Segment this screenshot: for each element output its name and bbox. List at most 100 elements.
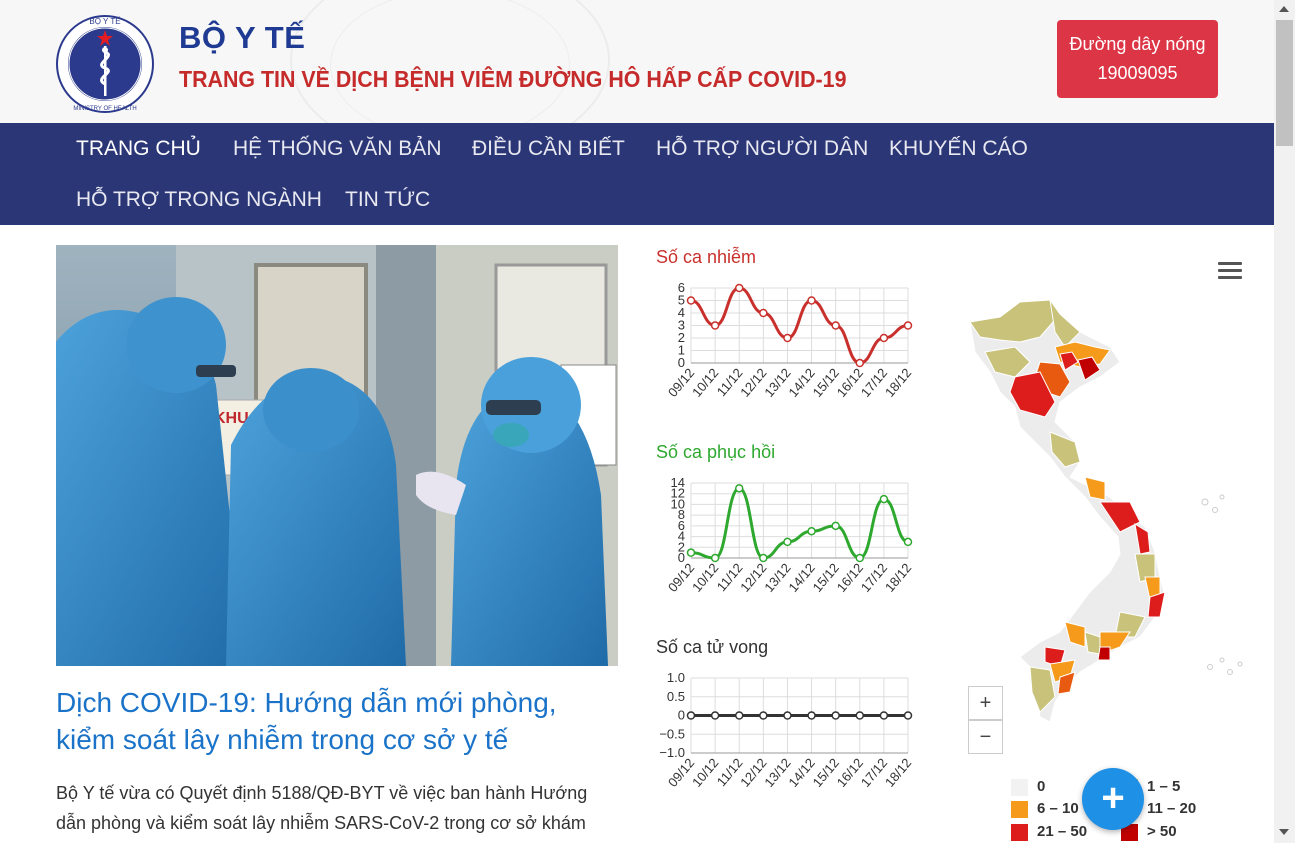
legend-label: 6 – 10 [1037,800,1079,817]
page-scrollbar[interactable] [1274,0,1295,843]
y-tick-label: 0 [678,708,685,723]
chart-title-deaths: Số ca tử vong [656,637,769,657]
x-tick-label: 15/12 [810,560,842,595]
site-title[interactable]: BỘ Y TẾ [179,20,305,56]
logo-text-top: BỘ Y TẾ [89,16,120,26]
x-tick-label: 10/12 [689,755,721,790]
legend-swatch [1011,800,1028,818]
x-tick-label: 12/12 [737,755,769,790]
page: BỘ Y TẾ MINISTRY OF HEALTH BỘ Y TẾ TRANG… [0,0,1295,843]
nav-item-dieu-can-biet[interactable]: ĐIỀU CẦN BIẾT [472,137,625,161]
data-point [686,296,696,305]
x-tick-label: 13/12 [761,560,793,595]
nav-item-he-thong-van-ban[interactable]: HỆ THỐNG VĂN BẢN [233,137,441,161]
site-header: BỘ Y TẾ MINISTRY OF HEALTH BỘ Y TẾ TRANG… [0,0,1274,123]
y-tick-label: −0.5 [659,726,685,741]
data-point [734,484,744,493]
data-point [759,553,768,563]
nav-item-tin-tuc[interactable]: TIN TỨC [345,188,430,212]
x-tick-label: 14/12 [785,365,817,400]
data-point [831,711,840,720]
x-tick-label: 09/12 [665,755,697,790]
legend-label: > 50 [1147,823,1177,840]
nav-item-trang-chu[interactable]: TRANG CHỦ [76,137,201,161]
floating-plus-button[interactable]: + [1082,768,1144,830]
infected-line-chart: 012345609/1210/1211/1212/1213/1214/1215/… [665,280,914,400]
nav-item-ho-tro-nguoi-dan[interactable]: HỖ TRỢ NGƯỜI DÂN [656,137,868,161]
data-point [831,321,840,330]
vietnam-map[interactable] [960,292,1250,732]
y-tick-label: −1.0 [659,745,685,760]
x-tick-label: 09/12 [665,560,697,595]
data-point [807,296,816,305]
x-tick-label: 14/12 [785,560,817,595]
legend-label: 21 – 50 [1037,823,1088,840]
data-point [903,537,913,547]
hotline-button[interactable]: Đường dây nóng 19009095 [1057,20,1218,98]
legend-swatch [1011,778,1028,796]
article-excerpt: Bộ Y tế vừa có Quyết định 5188/QĐ-BYT về… [56,783,588,833]
x-tick-label: 15/12 [810,365,842,400]
scroll-down-icon[interactable] [1279,829,1289,835]
data-point [855,553,865,563]
hotline-label: Đường dây nóng [1069,34,1206,54]
data-point [855,711,865,720]
x-tick-label: 17/12 [858,365,890,400]
data-point [879,711,889,720]
data-point [807,711,816,720]
data-point [903,711,913,720]
deaths-line-chart: −1.0−0.500.51.009/1210/1211/1212/1213/12… [659,670,914,790]
x-tick-label: 16/12 [834,365,866,400]
legend-label: 0 [1037,778,1046,795]
data-point [855,358,865,368]
data-point [710,553,720,563]
site-subtitle: TRANG TIN VỀ DỊCH BỆNH VIÊM ĐƯỜNG HÔ HẤP… [179,66,847,92]
y-tick-label: 0.5 [667,689,685,704]
legend-label: 1 – 5 [1147,778,1181,795]
data-point [783,333,792,343]
data-point [831,521,840,531]
header-decoration [330,0,570,123]
x-tick-label: 16/12 [834,755,866,790]
data-point [879,333,889,343]
x-tick-label: 17/12 [858,755,890,790]
main-navigation: TRANG CHỦ HỆ THỐNG VĂN BẢN ĐIỀU CẦN BIẾT… [0,123,1274,225]
x-tick-label: 12/12 [737,560,769,595]
x-tick-label: 13/12 [761,365,793,400]
data-point [783,711,792,720]
recovered-line-chart: 0246810121409/1210/1211/1212/1213/1214/1… [665,475,914,595]
data-point [686,711,696,720]
legend-item-2: 6 – 10 [1011,800,1079,818]
y-tick-label: 14 [671,475,685,490]
x-tick-label: 15/12 [810,755,842,790]
scrollbar-thumb[interactable] [1276,20,1293,146]
x-tick-label: 17/12 [858,560,890,595]
data-point [710,321,720,330]
map-menu-icon[interactable] [1218,262,1242,282]
data-point [734,711,744,720]
data-point [903,321,913,330]
nav-item-khuyen-cao[interactable]: KHUYẾN CÁO [889,137,1028,161]
x-tick-label: 09/12 [665,365,697,400]
scroll-up-icon[interactable] [1279,6,1289,12]
legend-swatch [1011,823,1028,841]
map-zoom-in-button[interactable]: + [968,686,1003,720]
article-image[interactable]: KHU VỰC CÁCH LY [56,245,618,666]
chart-title-infected: Số ca nhiễm [656,247,757,267]
x-tick-label: 13/12 [761,755,793,790]
data-point [759,711,768,720]
y-tick-label: 6 [678,280,685,295]
map-zoom-out-button[interactable]: − [968,720,1003,754]
legend-label: 11 – 20 [1147,800,1197,817]
hotline-number: 19009095 [1097,63,1178,83]
x-tick-label: 12/12 [737,365,769,400]
x-tick-label: 18/12 [882,560,914,595]
article-title-link[interactable]: Dịch COVID-19: Hướng dẫn mới phòng, kiểm… [56,684,616,758]
legend-item-5: > 50 [1121,823,1177,841]
x-tick-label: 10/12 [689,365,721,400]
nav-item-ho-tro-trong-nganh[interactable]: HỖ TRỢ TRONG NGÀNH [76,188,322,212]
ministry-logo[interactable]: BỘ Y TẾ MINISTRY OF HEALTH [55,14,155,114]
x-tick-label: 18/12 [882,365,914,400]
legend-item-0: 0 [1011,778,1045,796]
x-tick-label: 16/12 [834,560,866,595]
